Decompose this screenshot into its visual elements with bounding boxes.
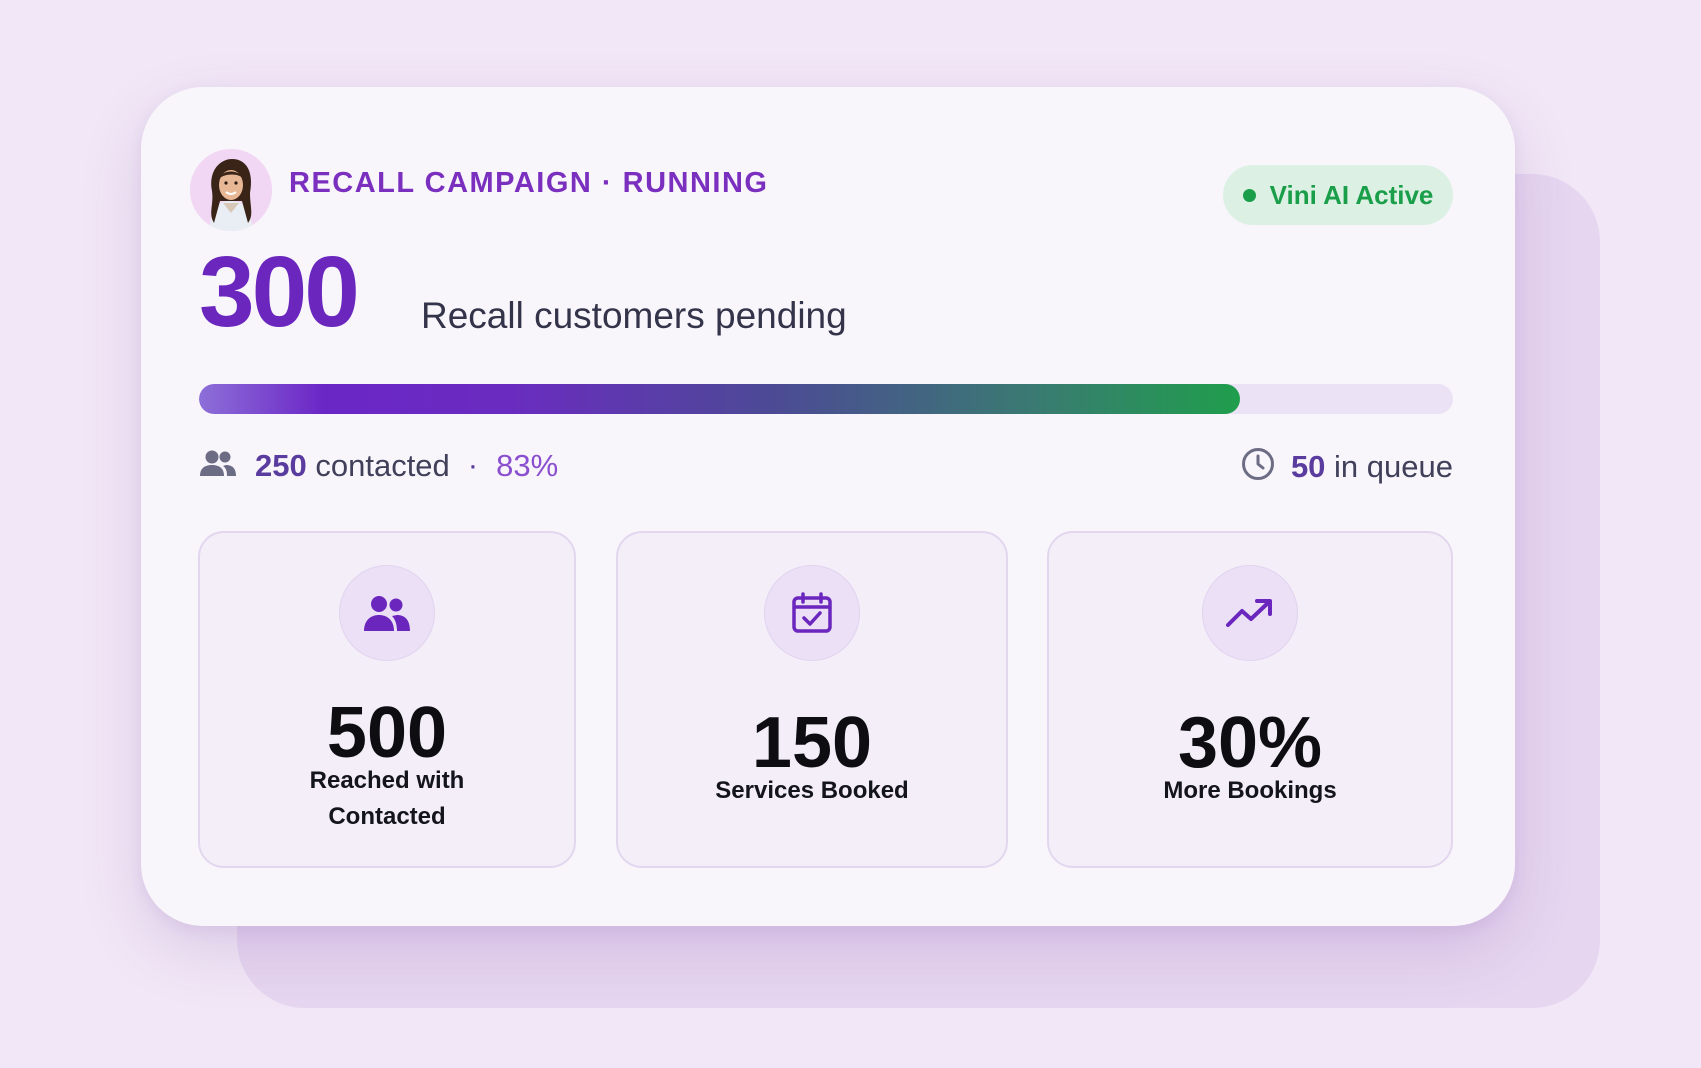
calendar-check-icon [764,565,860,661]
clock-icon [1241,447,1275,486]
status-dot-icon [1242,188,1256,202]
contacted-label: contacted [315,447,450,483]
metric-card-reached: 500 Reached with Contacted [198,531,576,868]
contacted-percent: 83% [496,447,559,483]
progress-fill [199,384,1240,414]
metric-label: Services Booked [715,777,909,804]
metric-card-bookings: 30% More Bookings [1047,531,1453,868]
metric-card-booked: 150 Services Booked [616,531,1008,868]
avatar-illustration [190,149,272,231]
contacted-count: 250 [255,447,307,483]
metric-value: 500 [326,693,448,773]
pending-label: Recall customers pending [421,295,847,336]
metric-value: 150 [751,703,873,783]
pending-count: 300 [199,236,360,348]
campaign-title: RECALL CAMPAIGN · RUNNING [289,167,769,199]
trending-up-icon [1202,565,1298,661]
queue-stats: 50 in queue [1241,447,1453,486]
avatar [190,149,272,231]
stats-separator: · [467,447,479,482]
queue-label: in queue [1334,449,1453,484]
ai-status-badge: Vini AI Active [1223,165,1453,225]
metric-label: More Bookings [1163,777,1337,804]
metric-label: Reached with Contacted [309,767,465,830]
contacted-stats: 250 contacted · 83% [199,447,558,483]
status-badge-label: Vini AI Active [1269,179,1434,210]
campaign-card: RECALL CAMPAIGN · RUNNING Vini AI Active… [141,87,1515,926]
metric-value: 30% [1177,703,1323,783]
users-icon [339,565,435,661]
users-icon [199,448,237,483]
queue-count: 50 [1290,449,1326,484]
progress-bar [199,384,1453,414]
